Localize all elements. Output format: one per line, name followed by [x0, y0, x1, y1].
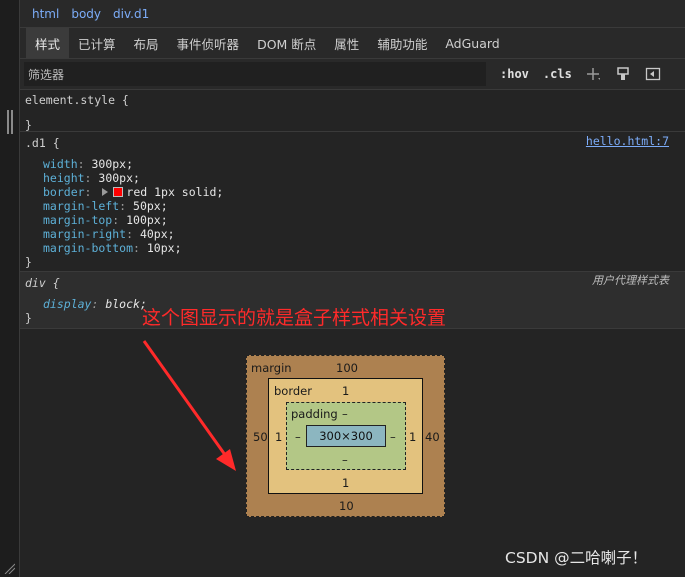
drag-handle[interactable] [7, 110, 13, 134]
watermark: CSDN @二哈喇子！ [505, 549, 648, 567]
tab-accessibility[interactable]: 辅助功能 [368, 28, 436, 58]
padding-bottom-value[interactable]: – [342, 453, 348, 467]
breadcrumb-body[interactable]: body [67, 7, 105, 21]
tab-bar: 样式 已计算 布局 事件侦听器 DOM 断点 属性 辅助功能 AdGuard [20, 28, 685, 59]
annotation-arrow-icon [142, 340, 236, 471]
padding-right-value[interactable]: – [390, 430, 396, 444]
tab-computed[interactable]: 已计算 [69, 28, 125, 58]
declaration-height[interactable]: height: 300px; [25, 171, 680, 185]
filter-input[interactable]: 筛选器 [24, 62, 486, 86]
rule-selector: div { [25, 276, 60, 290]
border-bottom-value[interactable]: 1 [342, 476, 349, 490]
filter-bar: 筛选器 :hov .cls [20, 59, 685, 90]
declaration-margin-right[interactable]: margin-right: 40px; [25, 227, 680, 241]
paint-brush-icon[interactable] [614, 65, 632, 83]
expand-triangle-icon[interactable] [102, 188, 109, 196]
declaration-margin-top[interactable]: margin-top: 100px; [25, 213, 680, 227]
margin-label: margin [251, 361, 292, 375]
user-agent-stylesheet-label: 用户代理样式表 [592, 274, 669, 287]
new-rule-icon[interactable] [584, 65, 602, 83]
tab-adguard[interactable]: AdGuard [436, 28, 508, 58]
border-right-value[interactable]: 1 [409, 430, 416, 444]
padding-left-value[interactable]: – [295, 430, 301, 444]
declaration-margin-bottom[interactable]: margin-bottom: 10px; [25, 241, 680, 255]
rule-close-brace: } [25, 118, 32, 132]
margin-top-value[interactable]: 100 [336, 361, 358, 375]
cls-toggle[interactable]: .cls [543, 67, 572, 81]
rule-selector[interactable]: element.style { [25, 93, 680, 107]
source-link[interactable]: hello.html:7 [586, 134, 669, 148]
breadcrumb-html[interactable]: html [28, 7, 63, 21]
resize-grip-icon[interactable] [3, 562, 15, 574]
rule-element-style: element.style { } [20, 90, 685, 132]
color-swatch-icon[interactable] [113, 187, 124, 197]
declaration-margin-left[interactable]: margin-left: 50px; [25, 199, 680, 213]
rule-d1: hello.html:7 .d1 { width: 300px; height:… [20, 132, 685, 272]
border-left-value[interactable]: 1 [275, 430, 282, 444]
margin-bottom-value[interactable]: 10 [339, 499, 354, 513]
sidebar-toggle-icon[interactable] [644, 65, 662, 83]
tab-styles[interactable]: 样式 [26, 28, 70, 58]
margin-left-value[interactable]: 50 [253, 430, 268, 444]
border-label: border [274, 384, 312, 398]
breadcrumb: html body div.d1 [20, 0, 685, 28]
padding-label: padding [291, 407, 338, 421]
rule-selector[interactable]: .d1 { [25, 136, 680, 150]
left-gutter [0, 0, 20, 577]
tab-properties[interactable]: 属性 [325, 28, 368, 58]
tab-layout[interactable]: 布局 [125, 28, 168, 58]
declaration-width[interactable]: width: 300px; [25, 157, 680, 171]
margin-right-value[interactable]: 40 [425, 430, 440, 444]
hov-toggle[interactable]: :hov [500, 67, 529, 81]
breadcrumb-div-d1[interactable]: div.d1 [109, 7, 153, 21]
border-top-value[interactable]: 1 [342, 384, 349, 398]
rule-close-brace: } [25, 255, 32, 269]
padding-top-value[interactable]: – [342, 407, 348, 421]
tab-dom-breakpoints[interactable]: DOM 断点 [248, 28, 325, 58]
declaration-border[interactable]: border: red 1px solid; [25, 185, 680, 199]
box-model-content[interactable]: 300×300 [306, 425, 386, 447]
annotation-text: 这个图显示的就是盒子样式相关设置 [142, 307, 447, 329]
tab-event-listeners[interactable]: 事件侦听器 [168, 28, 249, 58]
